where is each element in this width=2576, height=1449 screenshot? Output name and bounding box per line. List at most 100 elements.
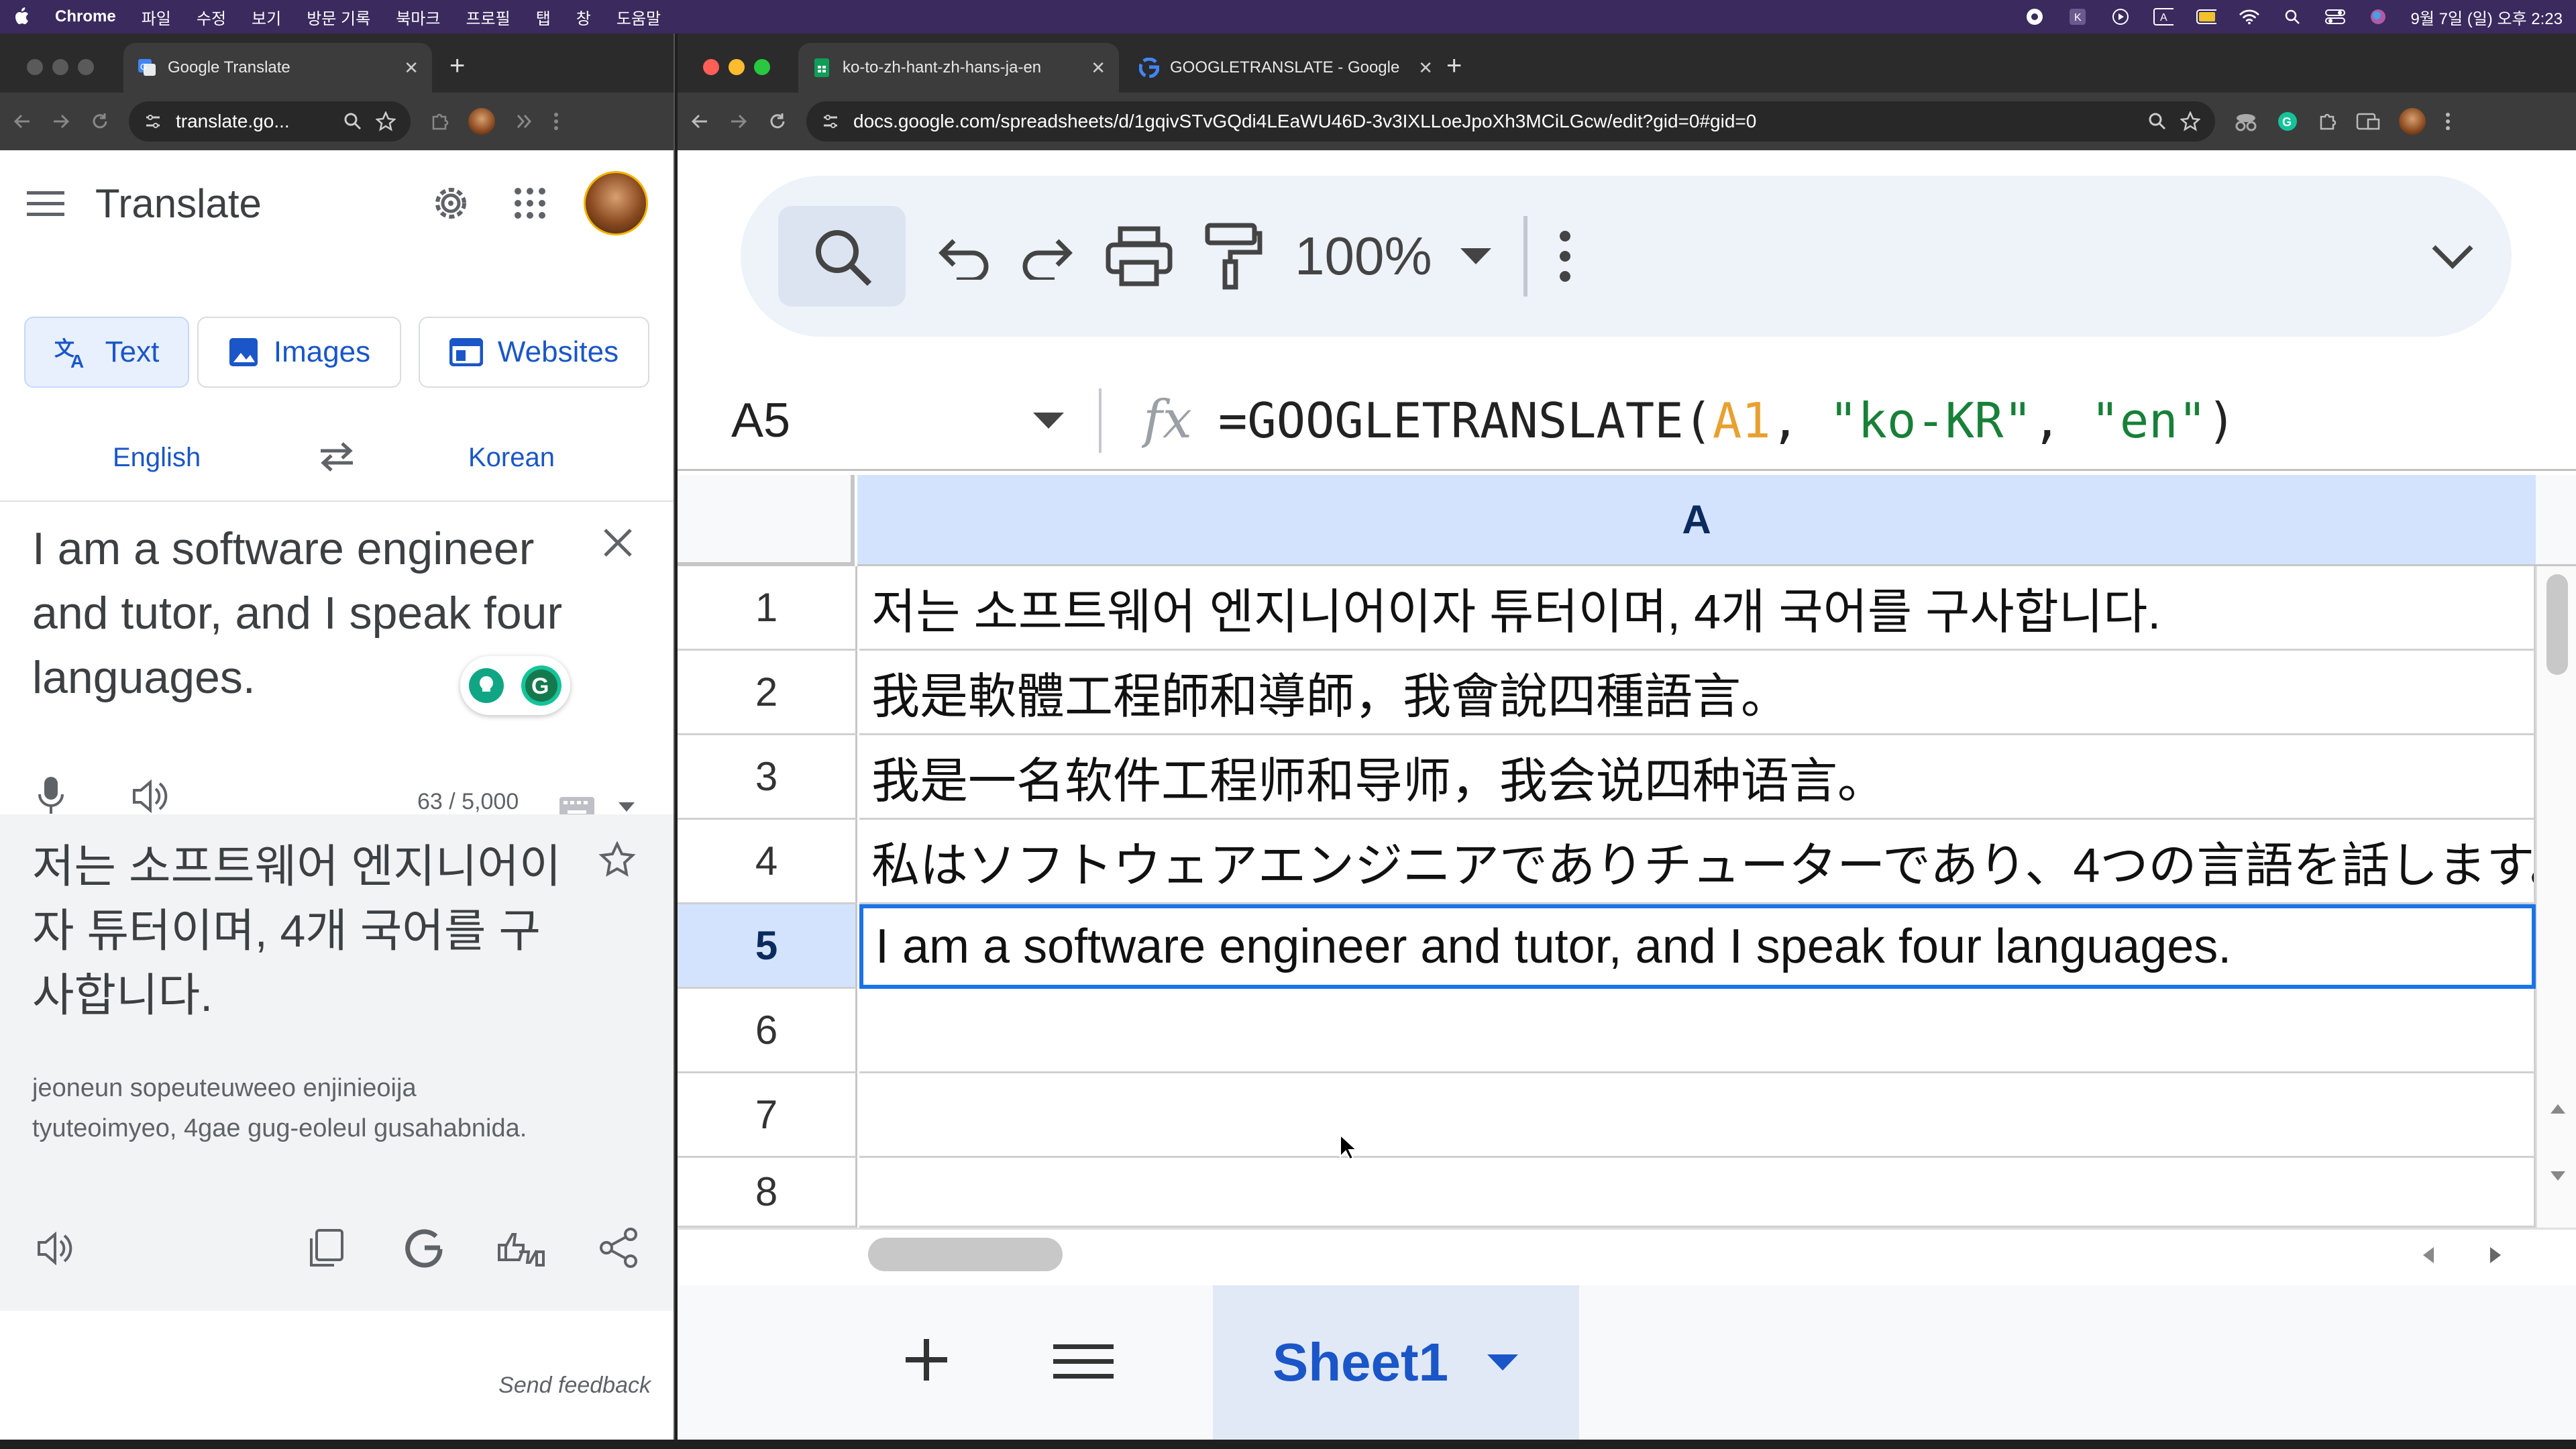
sheet-tab-dropdown-icon[interactable]	[1486, 1353, 1519, 1372]
menu-help[interactable]: 도움말	[616, 5, 661, 29]
add-sheet-icon[interactable]	[903, 1336, 950, 1383]
forward-icon[interactable]	[51, 111, 71, 131]
select-all-corner[interactable]	[678, 475, 855, 566]
menu-view[interactable]: 보기	[252, 5, 281, 29]
bookmark-star-icon[interactable]	[376, 111, 396, 131]
extensions-icon[interactable]	[429, 111, 449, 131]
redo-icon[interactable]	[1021, 233, 1075, 280]
menu-profile[interactable]: 프로필	[466, 5, 510, 29]
spotlight-search-icon[interactable]	[2282, 8, 2302, 25]
collapse-toolbar-icon[interactable]	[2431, 243, 2474, 270]
row-header-6[interactable]: 6	[678, 989, 857, 1073]
back-icon[interactable]	[690, 111, 710, 131]
reload-icon[interactable]	[90, 111, 110, 131]
cell-a3[interactable]: 我是一名软件工程师和导师，我会说四种语言。	[859, 735, 2536, 820]
cell-a7[interactable]	[859, 1073, 2536, 1158]
cell-a8[interactable]	[859, 1158, 2536, 1228]
source-text-area[interactable]: I am a software engineer and tutor, and …	[0, 500, 674, 818]
site-info-icon[interactable]	[821, 112, 840, 131]
tab-spreadsheet[interactable]: ko-to-zh-hant-zh-hans-ja-en ✕	[798, 43, 1119, 93]
apple-icon[interactable]	[13, 7, 30, 26]
menu-edit[interactable]: 수정	[197, 5, 226, 29]
more-tools-icon[interactable]	[514, 111, 534, 131]
zoom-icon[interactable]	[2148, 112, 2167, 131]
scroll-right-icon[interactable]	[2489, 1246, 2502, 1265]
row-header-8[interactable]: 8	[678, 1158, 857, 1228]
rate-translation-icon[interactable]	[496, 1226, 546, 1271]
print-icon[interactable]	[1106, 226, 1173, 286]
tab-google-translate[interactable]: G Google Translate ✕	[123, 43, 432, 93]
keyboard-dropdown-icon[interactable]	[617, 801, 636, 813]
save-translation-star-icon[interactable]	[598, 841, 636, 879]
microphone-icon[interactable]	[38, 775, 64, 816]
close-tab-icon[interactable]: ✕	[1091, 58, 1106, 78]
back-icon[interactable]	[12, 111, 32, 131]
reload-icon[interactable]	[767, 111, 788, 131]
play-circle-icon[interactable]	[2110, 8, 2131, 25]
paint-format-icon[interactable]	[1203, 223, 1264, 290]
scroll-left-icon[interactable]	[2422, 1246, 2435, 1265]
scroll-up-icon[interactable]	[2549, 1103, 2567, 1115]
undo-icon[interactable]	[936, 233, 990, 280]
record-icon[interactable]	[2025, 8, 2045, 25]
address-bar[interactable]: translate.go...	[129, 101, 411, 142]
wifi-icon[interactable]	[2239, 8, 2259, 25]
control-center-icon[interactable]	[2324, 8, 2345, 25]
row-header-1[interactable]: 1	[678, 566, 857, 651]
speaker-icon[interactable]	[131, 780, 172, 813]
menu-history[interactable]: 방문 기록	[307, 5, 370, 29]
sheet-tab-sheet1[interactable]: Sheet1	[1213, 1285, 1579, 1440]
cell-a4[interactable]: 私はソフトウェアエンジニアでありチューターであり、4つの言語を話します。	[859, 820, 2536, 904]
zoom-select[interactable]: 100%	[1295, 225, 1493, 287]
share-icon[interactable]	[598, 1226, 639, 1269]
profile-avatar[interactable]	[468, 108, 495, 135]
menu-tab[interactable]: 탭	[536, 5, 551, 29]
close-tab-icon[interactable]: ✕	[404, 58, 419, 78]
menu-app-name[interactable]: Chrome	[55, 7, 116, 26]
mode-text-button[interactable]: 文A Text	[24, 317, 189, 388]
row-header-4[interactable]: 4	[678, 820, 857, 904]
address-bar[interactable]: docs.google.com/spreadsheets/d/1gqivSTvG…	[806, 101, 2215, 142]
tab-googletranslate-docs[interactable]: GOOGLETRANSLATE - Google ✕	[1126, 43, 1446, 93]
row-header-2[interactable]: 2	[678, 651, 857, 735]
name-box[interactable]: A5	[678, 393, 1099, 448]
url-text[interactable]: translate.go...	[176, 111, 330, 132]
grammarly-widget[interactable]: G	[460, 656, 570, 715]
formula-input[interactable]: =GOOGLETRANSLATE(A1, "ko-KR", "en")	[1218, 392, 2236, 449]
extensions-icon[interactable]	[2317, 111, 2337, 131]
menu-file[interactable]: 파일	[142, 5, 171, 29]
forward-icon[interactable]	[729, 111, 749, 131]
new-tab-button[interactable]: +	[449, 52, 465, 79]
mode-websites-button[interactable]: Websites	[419, 317, 649, 388]
horizontal-scroll-thumb[interactable]	[868, 1238, 1063, 1271]
send-feedback-link[interactable]: Send feedback	[498, 1373, 651, 1399]
cell-a5-selected[interactable]: I am a software engineer and tutor, and …	[859, 904, 2536, 989]
url-text[interactable]: docs.google.com/spreadsheets/d/1gqivSTvG…	[853, 111, 2135, 132]
cell-a6[interactable]	[859, 989, 2536, 1073]
account-avatar[interactable]	[584, 171, 648, 235]
vertical-scroll-thumb[interactable]	[2546, 574, 2568, 675]
settings-gear-icon[interactable]	[429, 182, 472, 225]
incognito-extension-icon[interactable]	[2234, 111, 2258, 131]
listen-translation-icon[interactable]	[36, 1232, 76, 1265]
zoom-icon[interactable]	[343, 112, 362, 131]
menubar-clock[interactable]: 9월 7일 (일) 오후 2:23	[2411, 5, 2563, 29]
row-header-5[interactable]: 5	[678, 904, 857, 989]
new-tab-button[interactable]: +	[1446, 52, 1462, 79]
zoom-window-button[interactable]	[754, 59, 770, 75]
mode-images-button[interactable]: Images	[197, 317, 401, 388]
minimize-window-button[interactable]	[52, 59, 68, 75]
all-sheets-menu-icon[interactable]	[1053, 1343, 1114, 1381]
cell-a2[interactable]: 我是軟體工程師和導師，我會說四種語言。	[859, 651, 2536, 735]
menu-window[interactable]: 창	[576, 5, 591, 29]
close-tab-icon[interactable]: ✕	[1418, 58, 1433, 78]
column-header-a[interactable]: A	[857, 475, 2536, 566]
hamburger-menu-icon[interactable]	[27, 189, 64, 218]
zoom-window-button[interactable]	[78, 59, 94, 75]
swap-languages-icon[interactable]	[317, 440, 357, 474]
vertical-scrollbar[interactable]	[2536, 566, 2576, 1228]
clear-text-icon[interactable]	[602, 527, 633, 558]
k-app-icon[interactable]: K	[2068, 8, 2088, 25]
source-language-button[interactable]: English	[113, 443, 201, 473]
siri-icon[interactable]	[2368, 8, 2388, 25]
